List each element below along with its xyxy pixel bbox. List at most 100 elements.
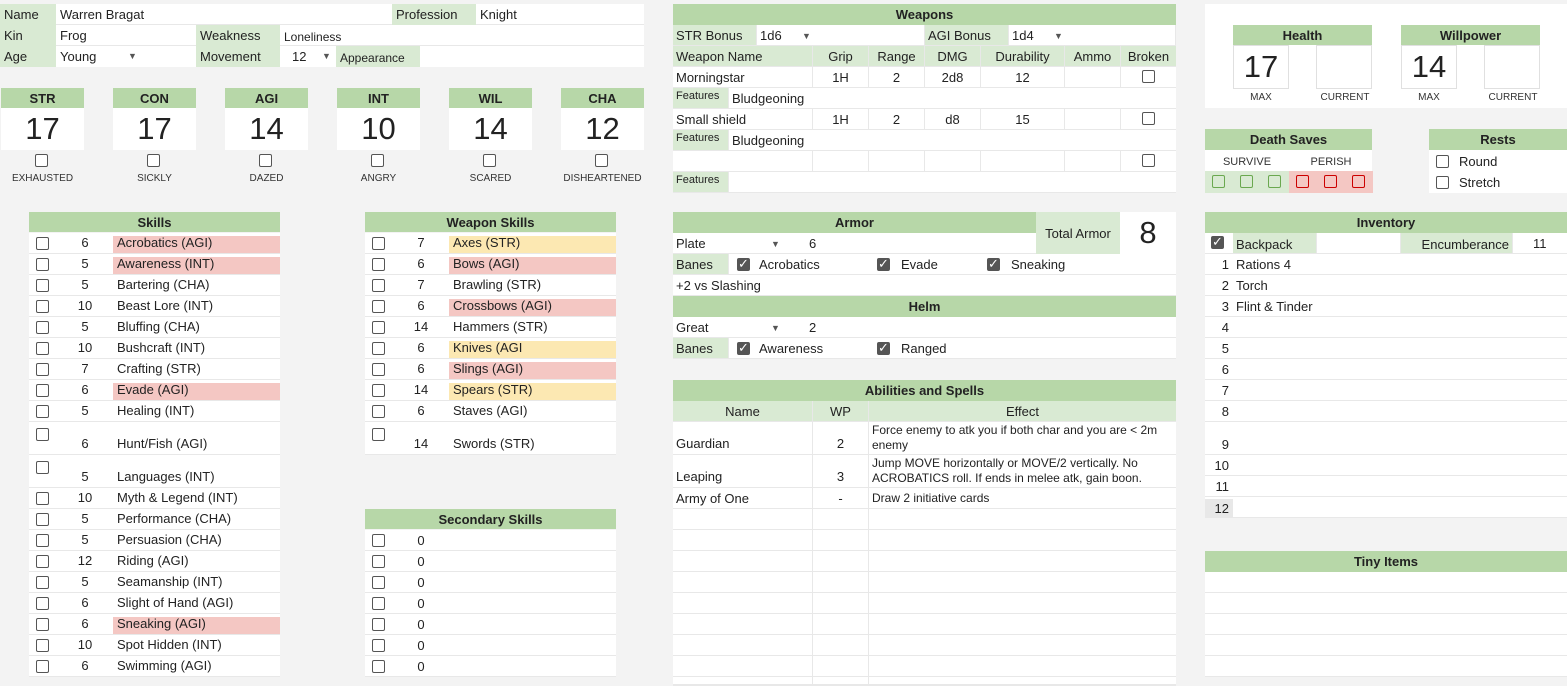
secondary-skill-checkbox[interactable] <box>372 534 385 547</box>
skill-value[interactable]: 6 <box>57 382 113 397</box>
secondary-skill-value[interactable]: 0 <box>393 638 449 653</box>
weapon-dur[interactable]: 15 <box>981 109 1065 129</box>
skill-checkbox[interactable] <box>372 258 385 271</box>
skill-checkbox[interactable] <box>36 363 49 376</box>
ability-wp[interactable] <box>813 635 869 655</box>
attr-value-str[interactable]: 17 <box>1 108 84 150</box>
secondary-skill-value[interactable]: 0 <box>393 596 449 611</box>
inventory-item[interactable]: Flint & Tinder <box>1233 299 1567 314</box>
ability-name[interactable]: Army of One <box>673 488 813 508</box>
weapon-broken-checkbox[interactable] <box>1142 112 1155 125</box>
weapon-name[interactable]: Morningstar <box>673 67 813 87</box>
ability-effect[interactable]: Draw 2 initiative cards <box>869 488 1176 508</box>
skill-value[interactable]: 6 <box>393 256 449 271</box>
tiny-item-row[interactable] <box>1205 614 1567 635</box>
attr-value-int[interactable]: 10 <box>337 108 420 150</box>
agi-bonus-select[interactable]: 1d4 ▼ <box>1009 25 1176 45</box>
skill-checkbox[interactable] <box>36 639 49 652</box>
skill-checkbox[interactable] <box>36 428 49 441</box>
secondary-skill-value[interactable]: 0 <box>393 617 449 632</box>
ability-effect[interactable] <box>869 530 1176 550</box>
skill-checkbox[interactable] <box>36 279 49 292</box>
ability-name[interactable] <box>673 509 813 529</box>
skill-checkbox[interactable] <box>372 237 385 250</box>
skill-value[interactable]: 6 <box>57 436 113 451</box>
backpack-checkbox[interactable] <box>1211 234 1224 250</box>
tiny-item-row[interactable] <box>1205 656 1567 677</box>
skill-checkbox[interactable] <box>372 279 385 292</box>
weapon-ammo[interactable] <box>1065 67 1121 87</box>
armor-rating[interactable]: 6 <box>785 233 885 253</box>
skill-value[interactable]: 6 <box>57 658 113 673</box>
ability-wp[interactable] <box>813 614 869 634</box>
ability-effect[interactable]: Force enemy to atk you if both char and … <box>869 422 1176 454</box>
ability-name[interactable] <box>673 572 813 592</box>
skill-value[interactable]: 6 <box>57 616 113 631</box>
ability-effect[interactable] <box>869 509 1176 529</box>
skill-value[interactable]: 5 <box>57 277 113 292</box>
skill-value[interactable]: 5 <box>57 469 113 484</box>
skill-value[interactable]: 5 <box>57 319 113 334</box>
willpower-max[interactable]: 14 <box>1401 45 1457 89</box>
tiny-item-row[interactable] <box>1205 572 1567 593</box>
str-bonus-select[interactable]: 1d6 ▼ <box>757 25 925 45</box>
weapon-dmg[interactable] <box>925 151 981 171</box>
weapon-dur[interactable] <box>981 151 1065 171</box>
skill-value[interactable]: 14 <box>393 319 449 334</box>
kin-field[interactable]: Frog <box>56 25 196 46</box>
ability-wp[interactable]: 3 <box>813 455 869 487</box>
ability-effect[interactable] <box>869 656 1176 676</box>
profession-field[interactable]: Knight <box>476 4 644 25</box>
ability-wp[interactable] <box>813 572 869 592</box>
attr-value-agi[interactable]: 14 <box>225 108 308 150</box>
ability-name[interactable] <box>673 635 813 655</box>
rest-stretch-checkbox[interactable] <box>1436 176 1449 189</box>
skill-value[interactable]: 6 <box>393 340 449 355</box>
skill-value[interactable]: 14 <box>393 382 449 397</box>
secondary-skill-checkbox[interactable] <box>372 555 385 568</box>
skill-checkbox[interactable] <box>36 576 49 589</box>
ability-wp[interactable] <box>813 677 869 684</box>
weapon-dur[interactable]: 12 <box>981 67 1065 87</box>
appearance-field[interactable] <box>420 46 644 67</box>
skill-checkbox[interactable] <box>36 513 49 526</box>
tiny-item-row[interactable] <box>1205 635 1567 656</box>
condition-checkbox-scared[interactable] <box>483 154 496 167</box>
secondary-skill-value[interactable]: 0 <box>393 575 449 590</box>
weapon-broken-checkbox[interactable] <box>1142 154 1155 167</box>
condition-checkbox-exhausted[interactable] <box>35 154 48 167</box>
ability-wp[interactable] <box>813 509 869 529</box>
inventory-item[interactable]: Torch <box>1233 278 1567 293</box>
ability-name[interactable] <box>673 593 813 613</box>
condition-checkbox-dazed[interactable] <box>259 154 272 167</box>
ability-effect[interactable] <box>869 551 1176 571</box>
weapon-name[interactable]: Small shield <box>673 109 813 129</box>
skill-checkbox[interactable] <box>36 405 49 418</box>
skill-value[interactable]: 5 <box>57 574 113 589</box>
secondary-skill-checkbox[interactable] <box>372 639 385 652</box>
ability-wp[interactable] <box>813 530 869 550</box>
skill-value[interactable]: 7 <box>393 235 449 250</box>
weapon-features[interactable]: Bludgeoning <box>729 88 1176 108</box>
skill-checkbox[interactable] <box>372 300 385 313</box>
skill-checkbox[interactable] <box>372 342 385 355</box>
skill-value[interactable]: 5 <box>57 511 113 526</box>
weapon-dmg[interactable]: d8 <box>925 109 981 129</box>
skill-value[interactable]: 10 <box>57 298 113 313</box>
ability-wp[interactable] <box>813 593 869 613</box>
skill-checkbox[interactable] <box>36 555 49 568</box>
armor-bane-acrobatics-checkbox[interactable] <box>737 256 750 272</box>
weapon-features[interactable]: Bludgeoning <box>729 130 1176 150</box>
ability-name[interactable]: Leaping <box>673 455 813 487</box>
condition-checkbox-angry[interactable] <box>371 154 384 167</box>
skill-value[interactable]: 12 <box>57 553 113 568</box>
attr-value-wil[interactable]: 14 <box>449 108 532 150</box>
skill-checkbox[interactable] <box>36 237 49 250</box>
ability-wp[interactable]: - <box>813 488 869 508</box>
weakness-field[interactable]: Loneliness <box>280 25 644 46</box>
survive-checkbox-1[interactable] <box>1212 175 1225 188</box>
helm-rating[interactable]: 2 <box>785 317 885 337</box>
weapon-grip[interactable]: 1H <box>813 109 869 129</box>
skill-value[interactable]: 6 <box>57 235 113 250</box>
health-max[interactable]: 17 <box>1233 45 1289 89</box>
